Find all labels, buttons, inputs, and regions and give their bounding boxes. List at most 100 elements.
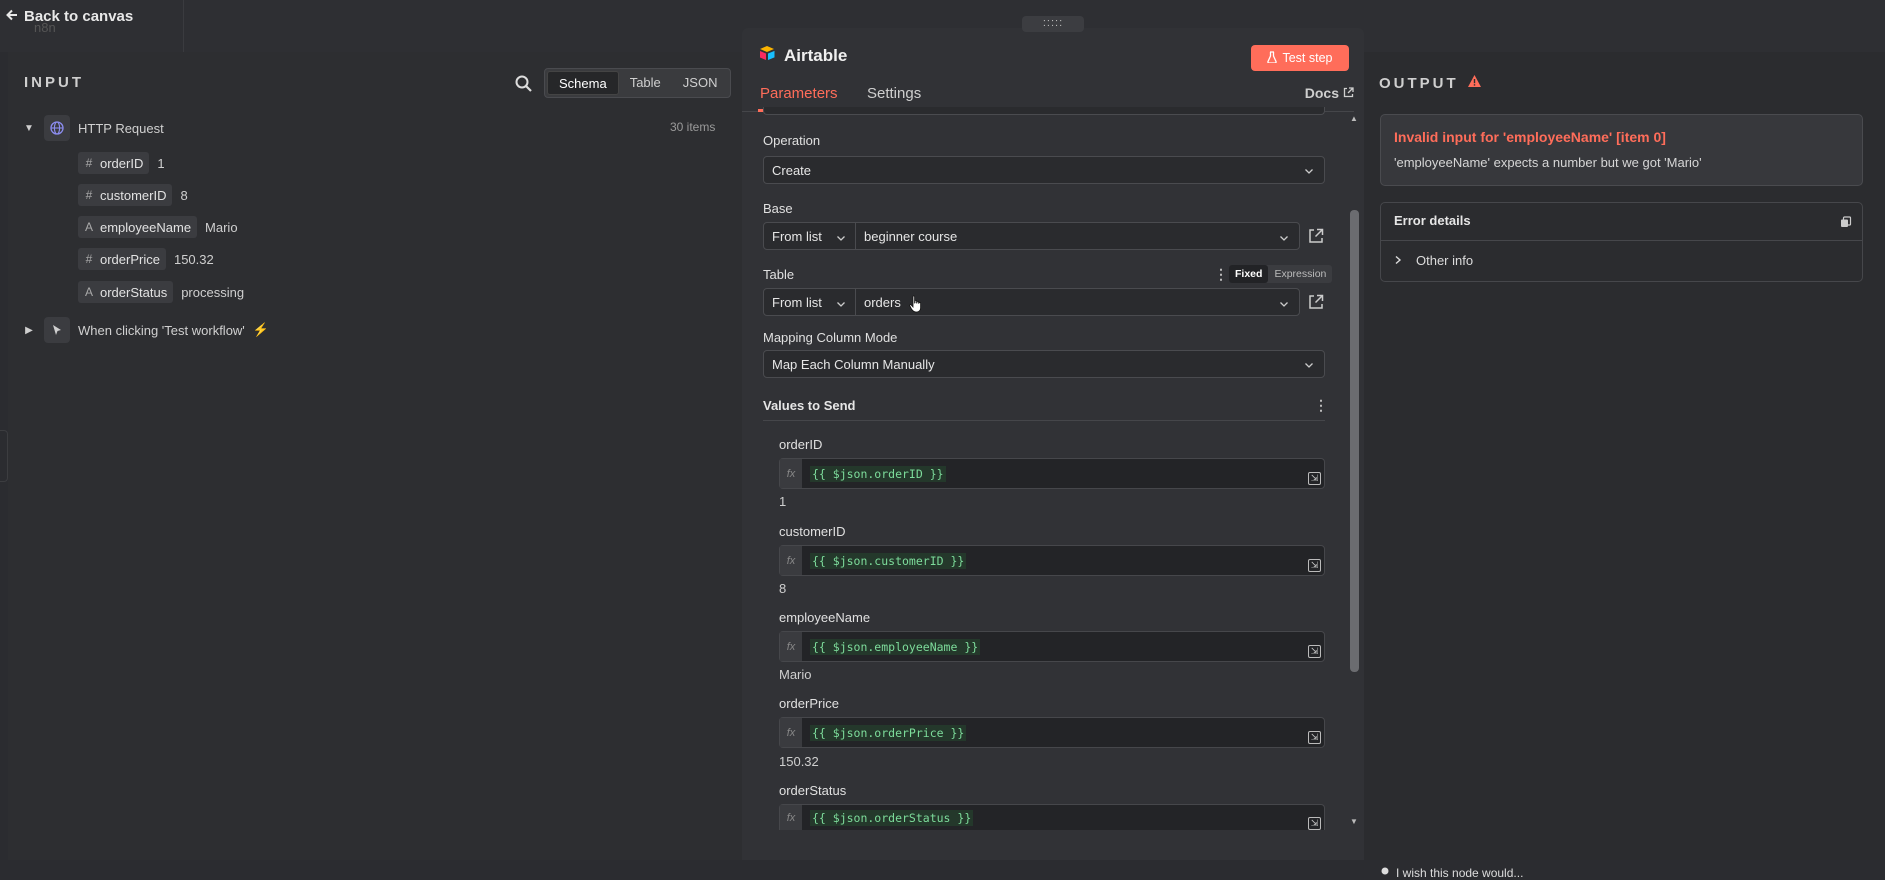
expand-editor-icon[interactable]: ⇲: [1308, 472, 1321, 485]
value-label-customerID: customerID: [779, 524, 846, 539]
output-title-text: OUTPUT: [1379, 74, 1459, 92]
left-panel-handle[interactable]: [0, 430, 8, 482]
tab-parameters[interactable]: Parameters: [760, 85, 838, 102]
fixed-expression-toggle: Fixed Expression: [1229, 265, 1333, 283]
values-options-icon[interactable]: ⋮: [1314, 397, 1328, 414]
view-table-button[interactable]: Table: [619, 71, 672, 95]
hand-cursor-icon: [909, 295, 923, 316]
items-count: 30 items: [670, 120, 716, 134]
number-type-icon: #: [85, 252, 93, 266]
error-message: 'employeeName' expects a number but we g…: [1394, 155, 1702, 170]
chevron-right-icon: [1394, 253, 1402, 268]
input-title: INPUT: [24, 74, 84, 91]
field-pill[interactable]: AemployeeName: [78, 216, 198, 238]
expression-code: {{ $json.customerID }}: [810, 552, 967, 569]
node-name: HTTP Request: [78, 120, 164, 136]
open-table-external-icon[interactable]: [1308, 294, 1326, 312]
field-name: customerID: [100, 187, 167, 203]
chevron-down-icon: [1279, 231, 1289, 246]
chevron-down-icon: [836, 297, 846, 312]
function-icon: fx: [780, 459, 802, 488]
trigger-node-name: When clicking 'Test workflow': [78, 322, 245, 338]
http-request-node-row[interactable]: ▼ HTTP Request: [22, 115, 164, 141]
expression-input-orderID[interactable]: fx {{ $json.orderID }} ⇲: [779, 458, 1325, 489]
base-value-select[interactable]: beginner course: [856, 223, 1299, 249]
function-icon: fx: [780, 718, 802, 747]
error-details-header: Error details: [1381, 203, 1862, 241]
expand-editor-icon[interactable]: ⇲: [1308, 731, 1321, 744]
other-info-toggle[interactable]: Other info: [1394, 253, 1473, 268]
values-to-send-title: Values to Send: [763, 398, 856, 413]
arrow-left-icon: [6, 8, 18, 25]
expression-input-orderPrice[interactable]: fx {{ $json.orderPrice }} ⇲: [779, 717, 1325, 748]
lightning-icon: ⚡: [252, 322, 269, 337]
error-details-label: Error details: [1394, 213, 1471, 228]
field-value: 150.32: [173, 251, 214, 267]
chevron-down-icon: [1304, 358, 1314, 373]
expression-result: 1: [779, 494, 787, 509]
fixed-option[interactable]: Fixed: [1229, 265, 1269, 283]
docs-label: Docs: [1304, 85, 1339, 101]
feedback-label: I wish this node would...: [1396, 866, 1524, 880]
field-pill[interactable]: # orderID: [78, 152, 150, 174]
expression-input-orderStatus[interactable]: fx {{ $json.orderStatus }} ⇲: [779, 804, 1325, 830]
field-name: orderPrice: [100, 251, 160, 267]
open-base-external-icon[interactable]: [1308, 228, 1326, 246]
schema-field: AorderStatus processing: [78, 281, 244, 303]
test-step-button[interactable]: Test step: [1251, 45, 1349, 71]
expression-result: 8: [779, 581, 787, 596]
field-value: 1: [157, 155, 165, 171]
field-pill[interactable]: AorderStatus: [78, 281, 174, 303]
feedback-link[interactable]: I wish this node would...: [1380, 866, 1523, 880]
view-schema-button[interactable]: Schema: [547, 71, 619, 95]
table-mode-value: From list: [772, 294, 822, 310]
field-name: orderID: [100, 155, 144, 171]
node-title-text: Airtable: [784, 45, 848, 65]
expression-input-employeeName[interactable]: fx {{ $json.employeeName }} ⇲: [779, 631, 1325, 662]
mapping-mode-label: Mapping Column Mode: [763, 330, 898, 345]
table-options-icon[interactable]: ⋮: [1214, 266, 1228, 283]
error-details-card: Error details Other info: [1380, 202, 1863, 282]
schema-field: # orderID 1: [78, 152, 165, 174]
base-label: Base: [763, 201, 793, 216]
number-type-icon: #: [85, 156, 93, 170]
mapping-mode-select[interactable]: Map Each Column Manually: [763, 350, 1325, 378]
schema-field: AemployeeName Mario: [78, 216, 238, 238]
top-divider: [183, 0, 184, 52]
operation-label: Operation: [763, 133, 821, 148]
search-icon[interactable]: [513, 73, 535, 95]
base-mode-select[interactable]: From list: [764, 223, 856, 249]
chevron-right-icon[interactable]: ▶: [22, 325, 36, 336]
expression-option[interactable]: Expression: [1268, 265, 1332, 283]
expand-editor-icon[interactable]: ⇲: [1308, 559, 1321, 572]
expression-input-customerID[interactable]: fx {{ $json.customerID }} ⇲: [779, 545, 1325, 576]
operation-select[interactable]: Create: [763, 156, 1325, 184]
expand-editor-icon[interactable]: ⇲: [1308, 817, 1321, 830]
error-title: Invalid input for 'employeeName' [item 0…: [1394, 129, 1666, 145]
field-pill[interactable]: # customerID: [78, 184, 173, 206]
table-mode-select[interactable]: From list: [764, 289, 856, 315]
warning-icon: [1467, 74, 1482, 92]
scroll-down-icon[interactable]: ▼: [1350, 817, 1358, 826]
table-value-select[interactable]: orders: [856, 289, 1299, 315]
field-pill[interactable]: # orderPrice: [78, 248, 166, 270]
value-label-orderStatus: orderStatus: [779, 783, 847, 798]
back-to-canvas-link[interactable]: Back to canvas: [6, 8, 133, 25]
field-value: processing: [181, 284, 245, 300]
function-icon: fx: [780, 546, 802, 575]
tab-settings[interactable]: Settings: [867, 85, 921, 102]
copy-icon[interactable]: [1840, 216, 1852, 228]
section-divider: [763, 420, 1325, 421]
chevron-down-icon[interactable]: ▼: [22, 123, 36, 134]
mapping-mode-value: Map Each Column Manually: [772, 356, 935, 372]
trigger-node-row[interactable]: ▶ When clicking 'Test workflow' ⚡: [22, 317, 269, 343]
chevron-down-icon: [1304, 164, 1314, 179]
scroll-up-icon[interactable]: ▲: [1350, 114, 1358, 123]
other-info-label: Other info: [1416, 253, 1474, 268]
scrollbar-thumb[interactable]: [1350, 210, 1359, 672]
view-json-button[interactable]: JSON: [672, 71, 729, 95]
drag-handle-icon[interactable]: :::::: [1022, 16, 1084, 32]
expand-editor-icon[interactable]: ⇲: [1308, 645, 1321, 658]
number-type-icon: #: [85, 188, 93, 202]
docs-link[interactable]: Docs: [1305, 85, 1354, 101]
